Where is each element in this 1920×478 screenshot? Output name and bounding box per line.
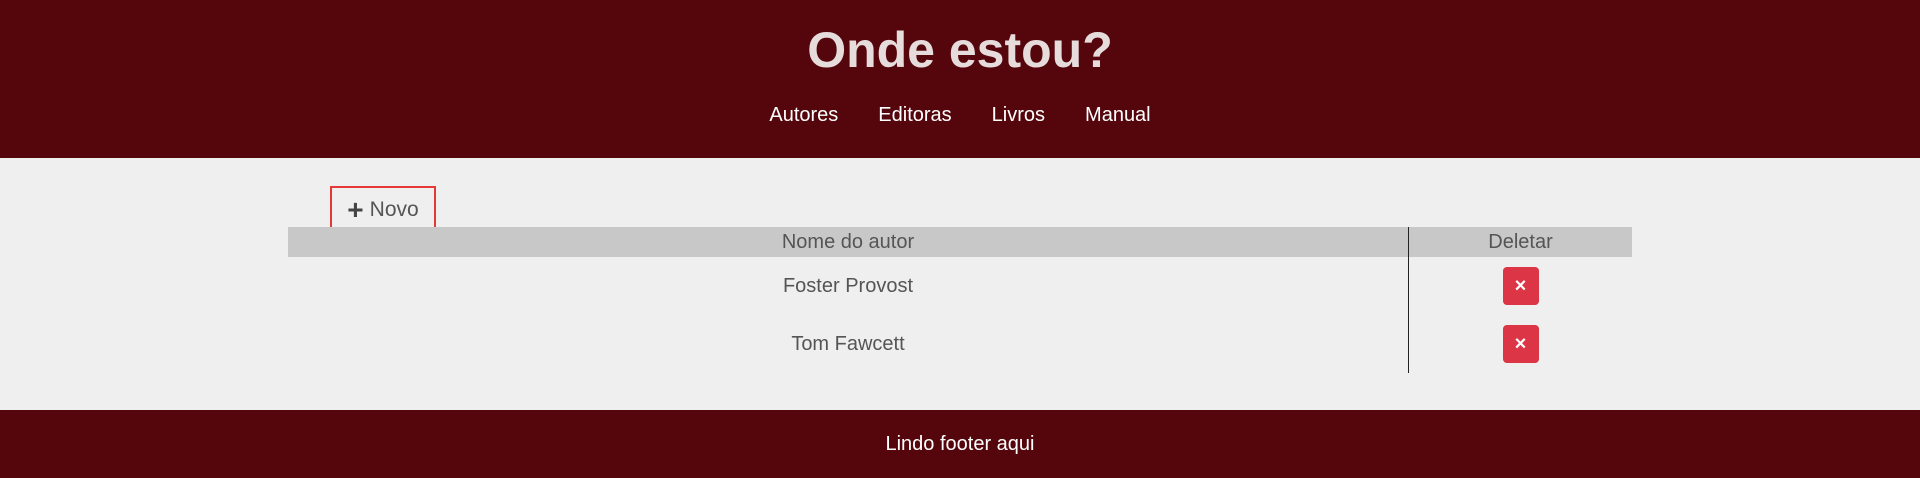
plus-icon: +	[347, 194, 364, 225]
delete-cell: ×	[1408, 315, 1632, 373]
author-name-cell: Foster Provost	[782, 274, 914, 297]
delete-cell: ×	[1408, 257, 1632, 315]
footer-text: Lindo footer aqui	[885, 432, 1035, 455]
table-row: Foster Provost ×	[288, 257, 1632, 315]
nav-link-manual[interactable]: Manual	[1085, 100, 1151, 130]
author-name-cell: Tom Fawcett	[791, 332, 905, 355]
delete-button[interactable]: ×	[1502, 267, 1539, 305]
page-title: Onde estou?	[807, 22, 1113, 78]
column-header-delete: Deletar	[1408, 227, 1632, 257]
column-header-name: Nome do autor	[781, 230, 915, 253]
new-button-label: Novo	[369, 198, 419, 221]
nav-link-editoras[interactable]: Editoras	[878, 100, 951, 130]
table-row: Tom Fawcett ×	[288, 315, 1632, 373]
main-nav: Autores Editoras Livros Manual	[0, 100, 1920, 130]
main-content: + Novo Nome do autor Deletar Foster Prov…	[0, 158, 1920, 410]
site-footer: Lindo footer aqui	[0, 410, 1920, 478]
table-header: Nome do autor Deletar	[288, 227, 1632, 257]
close-icon: ×	[1514, 274, 1527, 297]
delete-button[interactable]: ×	[1502, 325, 1539, 363]
nav-link-autores[interactable]: Autores	[769, 100, 838, 130]
site-header: Onde estou? Autores Editoras Livros Manu…	[0, 0, 1920, 158]
authors-table: Nome do autor Deletar Foster Provost × T…	[288, 227, 1632, 373]
close-icon: ×	[1514, 332, 1527, 355]
nav-link-livros[interactable]: Livros	[992, 100, 1045, 130]
